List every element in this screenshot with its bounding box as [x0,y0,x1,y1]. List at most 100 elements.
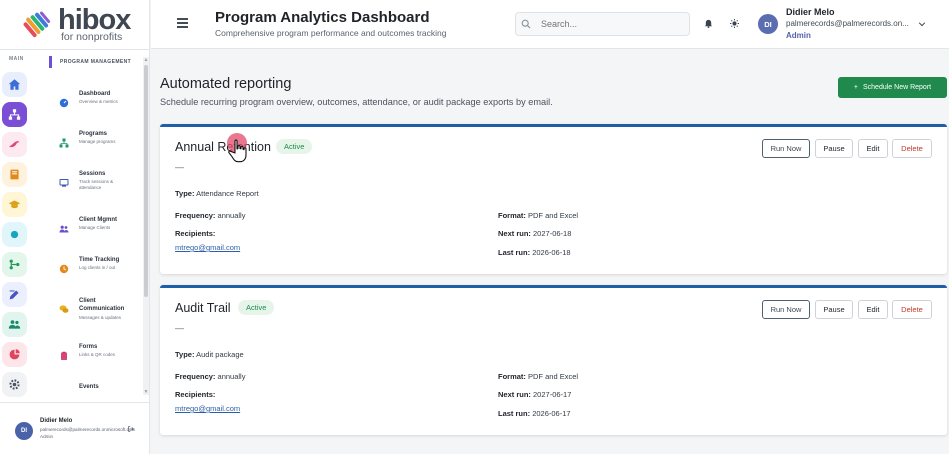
report-next-run: Next run: 2027-06-18 [498,229,571,238]
schedule-new-report-button[interactable]: + Schedule New Report [838,77,947,98]
recipients-label: Recipients: [175,390,216,399]
user-email: palmerecords@palmerecords.on... [786,19,909,28]
menu-toggle-icon[interactable] [177,18,188,28]
menu-item-forms[interactable]: Forms Links & QR codes [46,342,140,376]
program-menu: PROGRAM MANAGEMENT Dashboard Overview & m… [46,52,144,398]
avatar: DI [15,422,33,440]
report-description: — [175,323,184,333]
avatar[interactable]: DI [758,14,778,34]
format-value: PDF and Excel [528,372,579,381]
type-label: Type: [175,350,195,359]
last-run-value: 2026-06-17 [532,409,571,418]
events-icon [57,389,71,398]
hibox-logo-icon [23,11,51,38]
menu-item-title: Events [79,384,99,390]
scroll-thumb[interactable] [144,65,148,297]
search-input[interactable] [515,12,690,36]
settings-icon [9,379,20,390]
run-now-button[interactable]: Run Now [762,139,810,158]
git-branch-icon [9,259,20,270]
rail-hierarchy-button[interactable] [2,102,27,127]
menu-item-subtitle: Manage Clients [79,225,111,230]
plus-icon: + [853,84,858,91]
clients-icon [57,222,71,236]
forms-icon [57,349,71,363]
chat-icon [57,302,71,316]
edit-button[interactable]: Edit [858,139,888,158]
type-label: Type: [175,189,195,198]
report-last-run: Last run: 2026-06-17 [498,409,571,418]
last-run-value: 2026-06-18 [532,248,571,257]
menu-item-title: Sessions [79,171,106,177]
status-badge: Active [238,300,275,315]
dashboard-icon [57,96,71,110]
clock-icon [57,262,71,276]
type-value: Audit package [196,350,244,359]
hierarchy-icon [8,109,21,120]
menu-item-dashboard[interactable]: Dashboard Overview & metrics [46,89,140,123]
scroll-up-arrow-icon[interactable]: ▲ [143,57,149,63]
top-header: Program Analytics Dashboard Comprehensiv… [151,0,949,49]
divider [0,49,150,50]
rail-people-button[interactable] [2,312,27,337]
next-run-label: Next run: [498,390,531,399]
rail-book-button[interactable] [2,162,27,187]
rail-pen-button[interactable] [2,282,27,307]
report-card: Audit Trail Active — Type: Audit package… [160,285,947,435]
menu-item-subtitle: Track sessions & attendance [79,179,114,191]
delete-button[interactable]: Delete [892,300,932,319]
menu-item-programs[interactable]: Programs Manage programs [46,129,140,163]
menu-scrollbar[interactable]: ▲ ▼ [143,57,149,395]
frequency-value: annually [217,372,246,381]
report-frequency: Frequency: annually [175,372,245,381]
rail-home-button[interactable] [2,72,27,97]
chevron-down-icon[interactable] [918,20,926,28]
report-name: Audit Trail [175,301,231,315]
delete-button[interactable]: Delete [892,139,932,158]
menu-item-events[interactable]: Events [46,382,140,398]
recipient-email-link[interactable]: mtrego@gmail.com [175,404,240,413]
menu-item-time-tracking[interactable]: Time Tracking Log clients in / out [46,255,140,289]
report-type: Type: Audit package [175,350,244,359]
bell-icon[interactable] [704,19,713,28]
rail-settings-button[interactable] [2,372,27,397]
report-last-run: Last run: 2026-06-18 [498,248,571,257]
menu-heading: PROGRAM MANAGEMENT [49,56,131,68]
circle-icon [10,230,19,239]
programs-icon [57,136,71,150]
run-now-button[interactable]: Run Now [762,300,810,319]
sidebar-user-card[interactable]: DI Didier Melo palmerecords@palmerecords… [0,402,150,454]
frequency-value: annually [217,211,246,220]
menu-item-title: Client Mgmnt [79,217,117,223]
pause-button[interactable]: Pause [815,139,853,158]
user-role: Admin [786,31,811,40]
people-icon [8,320,21,329]
logout-icon[interactable] [127,425,135,433]
rail-graduation-button[interactable] [2,192,27,217]
rail-bird-button[interactable] [2,132,27,157]
rail-circle-button[interactable] [2,222,27,247]
next-run-label: Next run: [498,229,531,238]
last-run-label: Last run: [498,248,531,257]
brand-tagline: for nonprofits [61,30,123,43]
brand-logo[interactable]: hibox for nonprofits [22,5,131,43]
recipient-email-link[interactable]: mtrego@gmail.com [175,243,240,252]
menu-item-subtitle: Overview & metrics [79,99,118,104]
rail-branch-button[interactable] [2,252,27,277]
scroll-down-arrow-icon[interactable]: ▼ [143,389,149,395]
report-format: Format: PDF and Excel [498,211,578,220]
menu-item-title: Forms [79,344,98,350]
user-role: Admin [40,434,54,439]
rail-chart-button[interactable] [2,342,27,367]
menu-item-client-mgmnt[interactable]: Client Mgmnt Manage Clients [46,215,140,249]
theme-toggle-icon[interactable] [730,19,739,28]
edit-button[interactable]: Edit [858,300,888,319]
menu-item-title: Client Communication [79,298,125,313]
format-value: PDF and Excel [528,211,579,220]
menu-item-sessions[interactable]: Sessions Track sessions & attendance [46,169,140,203]
menu-item-client-communication[interactable]: Client Communication Messages & updates [46,295,140,329]
report-frequency: Frequency: annually [175,211,245,220]
pause-button[interactable]: Pause [815,300,853,319]
search-icon [521,19,531,29]
section-title: Automated reporting [160,76,292,92]
